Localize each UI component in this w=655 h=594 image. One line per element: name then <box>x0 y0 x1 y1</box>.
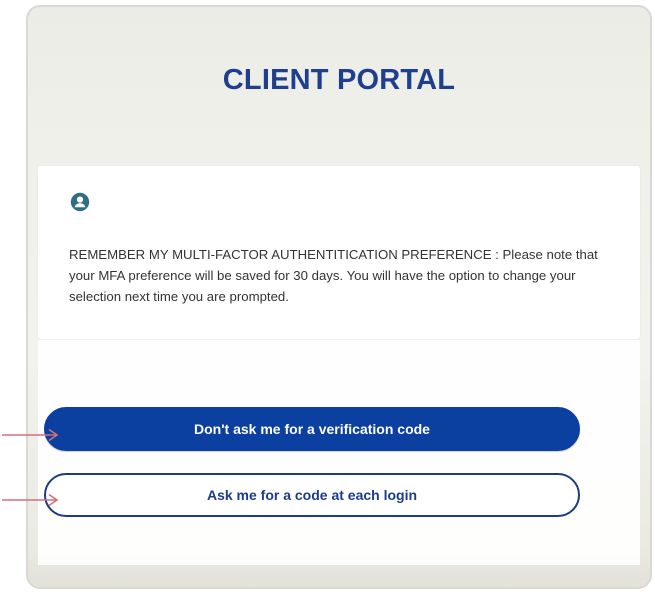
page-title: CLIENT PORTAL <box>222 64 456 96</box>
dont-ask-verification-code-button[interactable]: Don't ask me for a verification code <box>44 407 580 451</box>
mfa-notice-panel: REMEMBER MY MULTI-FACTOR AUTHENTITICATIO… <box>38 166 640 339</box>
user-circle-icon <box>70 192 90 212</box>
mfa-notice-text: REMEMBER MY MULTI-FACTOR AUTHENTITICATIO… <box>69 247 598 304</box>
mfa-actions-area <box>38 340 640 565</box>
right-arrow-icon <box>2 428 59 442</box>
ask-code-each-login-button[interactable]: Ask me for a code at each login <box>44 473 580 517</box>
right-arrow-icon <box>2 493 59 507</box>
screenshot-stage: CLIENT PORTAL REMEMBER MY MULTI-FACTOR A… <box>0 0 655 594</box>
